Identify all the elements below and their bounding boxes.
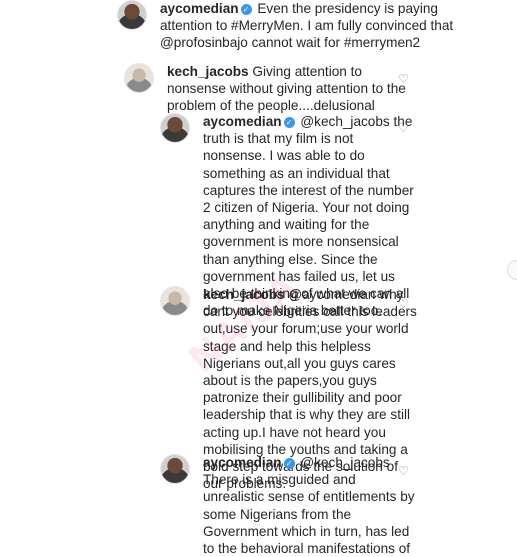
avatar[interactable]	[160, 454, 190, 484]
verified-badge-icon: ✓	[283, 458, 295, 469]
username[interactable]: aycomedian	[160, 1, 239, 16]
avatar[interactable]	[160, 113, 190, 143]
comment-text: @kech_jacobs There is a misguided and un…	[203, 455, 415, 557]
avatar[interactable]	[117, 0, 147, 30]
username[interactable]: kech_jacobs	[203, 287, 285, 302]
heart-icon[interactable]: ♡	[398, 73, 410, 85]
username[interactable]: aycomedian	[203, 114, 282, 129]
verified-badge-icon: ✓	[240, 4, 252, 15]
heart-icon[interactable]: ♡	[398, 465, 410, 477]
verified-badge-icon: ✓	[283, 117, 295, 128]
heart-icon[interactable]: ♡	[398, 122, 410, 134]
comment: kech_jacobs Giving attention to nonsense…	[124, 63, 407, 115]
scroll-indicator[interactable]	[507, 260, 517, 280]
username[interactable]: kech_jacobs	[167, 64, 249, 79]
avatar[interactable]	[124, 63, 154, 93]
comment-reply: aycomedian ✓ @kech_jacobs There is a misg…	[160, 454, 419, 557]
avatar[interactable]	[160, 286, 190, 316]
username[interactable]: aycomedian	[203, 455, 282, 470]
post-caption: aycomedian ✓ Even the presidency is payin…	[117, 0, 460, 52]
heart-icon[interactable]: ♡	[398, 298, 410, 310]
